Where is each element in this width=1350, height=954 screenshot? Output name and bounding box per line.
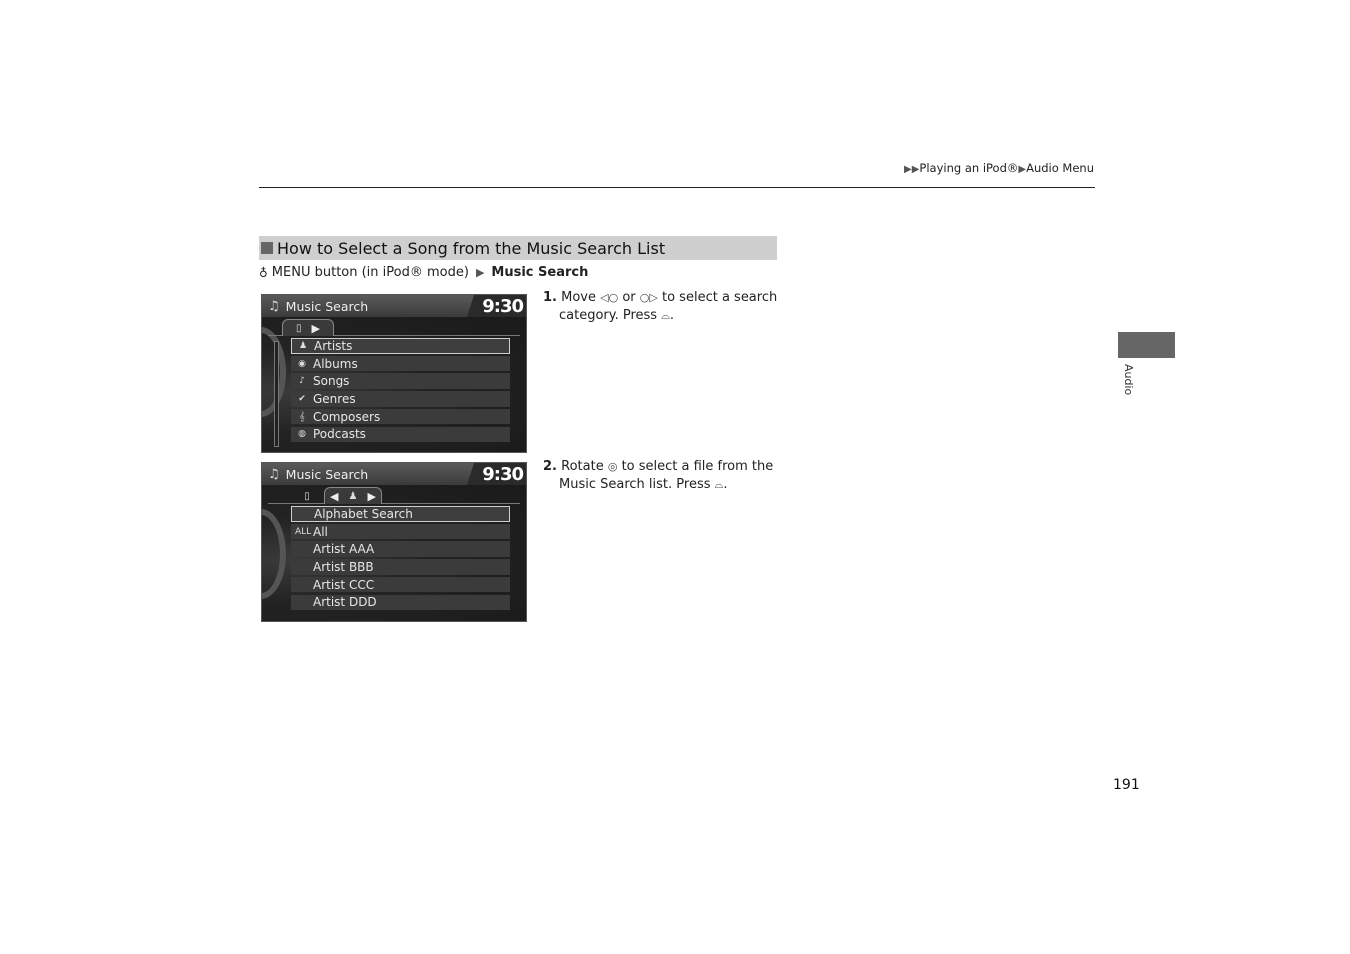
- music-search-screen-categories: ♫ Music Search 9:30 ▯ ▶ ♟ Artists ◉ Albums…: [261, 294, 527, 453]
- square-bullet-icon: [261, 242, 273, 254]
- tab-artists[interactable]: ◀ ♟ ▶: [324, 487, 382, 504]
- list-item-podcasts[interactable]: ◍ Podcasts: [291, 426, 510, 443]
- screen-titlebar: ♫ Music Search 9:30: [262, 295, 526, 317]
- category-tabs: ▯ ◀ ♟ ▶: [268, 485, 520, 504]
- move-left-icon: ◁○: [600, 291, 619, 304]
- triangle-right-icon: ▶: [1018, 164, 1027, 175]
- artist-icon: ♟: [348, 490, 358, 502]
- chapter-tab: [1118, 332, 1175, 358]
- list-item-artist[interactable]: Artist BBB: [291, 559, 510, 575]
- screen-title: Music Search: [285, 466, 369, 482]
- list-item-artist[interactable]: Artist DDD: [291, 594, 510, 611]
- ipod-icon: ▯: [296, 322, 302, 334]
- list-item-artist[interactable]: Artist AAA: [291, 541, 510, 558]
- step-2: 2. Rotate ◎ to select a file from the Mu…: [543, 459, 774, 492]
- list-item-artist[interactable]: Artist CCC: [291, 576, 510, 593]
- clock: 9:30: [467, 295, 526, 317]
- list-item-artists[interactable]: ♟ Artists: [291, 338, 510, 354]
- list-item-all[interactable]: ALL All: [291, 523, 510, 540]
- rotate-knob-icon: ◎: [607, 460, 618, 473]
- screen-body: ▯ ◀ ♟ ▶ Alphabet Search ALL All Artist AA…: [262, 485, 526, 621]
- album-icon: ◉: [298, 358, 306, 369]
- screen-title: Music Search: [285, 298, 369, 314]
- music-search-screen-artists: ♫ Music Search 9:30 ▯ ◀ ♟ ▶ Alphabet Sea…: [261, 462, 527, 622]
- step-1: 1. Move ◁○ or ○▷ to select a search cate…: [543, 290, 778, 323]
- list-item-albums[interactable]: ◉ Albums: [291, 355, 510, 372]
- triangle-right-icon[interactable]: ▶: [367, 490, 375, 503]
- menu-path-target: Music Search: [491, 265, 589, 280]
- tab-ipod[interactable]: ▯: [292, 487, 322, 504]
- list-item-composers[interactable]: 𝄞 Composers: [291, 408, 510, 425]
- ipod-icon: ▯: [304, 490, 310, 502]
- breadcrumb: ▶▶Playing an iPod®▶Audio Menu: [904, 161, 1094, 175]
- genre-icon: ✔: [298, 393, 306, 404]
- song-icon: ♪: [299, 376, 305, 387]
- move-right-icon: ○▷: [639, 291, 658, 304]
- screen-titlebar: ♫ Music Search 9:30: [262, 463, 526, 485]
- triangle-left-icon[interactable]: ◀: [330, 490, 338, 503]
- breadcrumb-item: Audio Menu: [1026, 161, 1094, 175]
- podcast-icon: ◍: [298, 429, 306, 440]
- screen-body: ▯ ▶ ♟ Artists ◉ Albums ♪ Songs ✔ Genres 𝄞 Com…: [262, 317, 526, 452]
- press-knob-icon: ⌓: [661, 309, 670, 322]
- clock: 9:30: [467, 463, 526, 485]
- section-title: How to Select a Song from the Music Sear…: [277, 238, 666, 258]
- all-icon: ALL: [295, 526, 312, 537]
- artist-icon: ♟: [298, 340, 308, 351]
- section-heading: How to Select a Song from the Music Sear…: [259, 236, 777, 260]
- page-number: 191: [1113, 777, 1140, 793]
- menu-path-text: MENU button (in iPod® mode): [271, 265, 469, 280]
- composer-icon: 𝄞: [299, 411, 305, 422]
- tab-ipod[interactable]: ▯ ▶: [282, 319, 334, 336]
- chapter-label: Audio: [1122, 364, 1135, 396]
- list-item-genres[interactable]: ✔ Genres: [291, 391, 510, 407]
- breadcrumb-item: Playing an iPod®: [919, 161, 1019, 175]
- triangle-right-icon: ▶: [475, 266, 485, 279]
- menu-path: ♁ MENU button (in iPod® mode) ▶ Music Se…: [259, 265, 588, 280]
- music-note-icon: ♫: [268, 466, 280, 482]
- category-tabs: ▯ ▶: [268, 317, 520, 336]
- list-item-songs[interactable]: ♪ Songs: [291, 373, 510, 390]
- voice-command-icon: ♁: [259, 265, 268, 280]
- header-rule: [259, 187, 1095, 188]
- music-note-icon: ♫: [268, 298, 280, 314]
- double-triangle-right-icon: ▶▶: [904, 164, 920, 175]
- category-list: ♟ Artists ◉ Albums ♪ Songs ✔ Genres 𝄞 Compose…: [262, 338, 526, 443]
- artist-list: Alphabet Search ALL All Artist AAA Artist…: [262, 506, 526, 611]
- list-item-alphabet-search[interactable]: Alphabet Search: [291, 506, 510, 522]
- triangle-right-icon[interactable]: ▶: [312, 322, 320, 335]
